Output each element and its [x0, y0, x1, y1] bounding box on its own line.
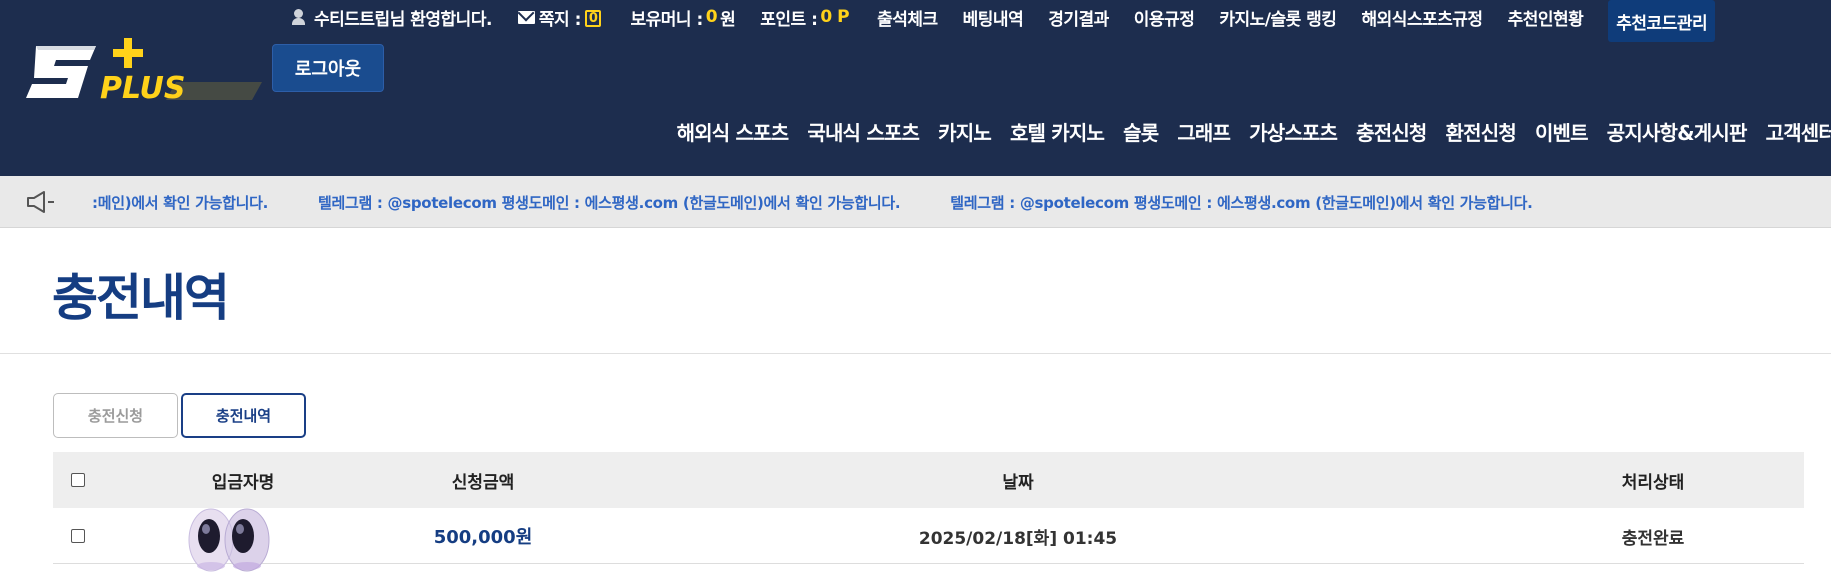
- logout-button[interactable]: 로그아웃: [272, 44, 384, 92]
- nav-deposit-request[interactable]: 충전신청: [1356, 117, 1427, 146]
- site-logo[interactable]: PLUS: [26, 38, 262, 114]
- divider: [0, 353, 1831, 354]
- nav-slot[interactable]: 슬롯: [1123, 117, 1159, 146]
- nav-events[interactable]: 이벤트: [1535, 117, 1589, 146]
- row-amount: 500,000원: [433, 527, 533, 548]
- tab-deposit-request[interactable]: 충전신청: [53, 393, 178, 438]
- nav-casino[interactable]: 카지노: [938, 117, 992, 146]
- ticker-message: :메인)에서 확인 가능합니다.: [92, 193, 268, 212]
- site-header: 수티드트립님 환영합니다. 쪽지 : 0 보유머니 : 0 원 포인트 : 0 …: [0, 0, 1831, 176]
- top-bar: 수티드트립님 환영합니다. 쪽지 : 0 보유머니 : 0 원 포인트 : 0 …: [292, 0, 1740, 42]
- header-amount: 신청금액: [451, 472, 515, 493]
- messages-label: 쪽지 :: [538, 9, 582, 30]
- top-link-results[interactable]: 경기결과: [1048, 5, 1109, 30]
- megaphone-icon: [27, 191, 54, 213]
- top-link-attendance[interactable]: 출석체크: [877, 5, 938, 30]
- welcome-message: 수티드트립님 환영합니다.: [292, 5, 492, 30]
- top-link-referrals[interactable]: 추천인현황: [1508, 5, 1584, 30]
- row-status: 충전완료: [1621, 528, 1685, 549]
- nav-notice-board[interactable]: 공지사항&게시판: [1607, 117, 1748, 146]
- row-date: 2025/02/18[화] 01:45: [918, 528, 1118, 549]
- nav-withdraw-request[interactable]: 환전신청: [1446, 117, 1517, 146]
- messages-link[interactable]: 쪽지 : 0: [517, 5, 606, 30]
- points-value: 0 P: [820, 7, 850, 27]
- table-header: 입금자명 신청금액 날짜 처리상태: [53, 452, 1804, 508]
- header-status: 처리상태: [1621, 472, 1685, 493]
- money-label: 보유머니 :: [630, 9, 703, 30]
- money-unit: 원: [720, 9, 736, 30]
- top-link-rules[interactable]: 이용규정: [1134, 5, 1195, 30]
- page-title: 충전내역: [52, 269, 230, 327]
- points-label: 포인트 :: [760, 9, 818, 30]
- deposit-history-table: 입금자명 신청금액 날짜 처리상태 500,000원 2025/02/18[화]…: [53, 452, 1804, 572]
- messages-count-badge: 0: [584, 10, 602, 27]
- top-link-bet-history[interactable]: 베팅내역: [963, 5, 1024, 30]
- mascot-eyes-icon: [188, 508, 270, 572]
- header-date: 날짜: [1002, 472, 1034, 493]
- ticker-message: 텔레그램 : @spotelecom 평생도메인 : 에스평생.com (한글도…: [318, 193, 901, 212]
- nav-graph[interactable]: 그래프: [1177, 117, 1231, 146]
- nav-virtual-sports[interactable]: 가상스포츠: [1249, 117, 1338, 146]
- table-row: 500,000원 2025/02/18[화] 01:45 충전완료: [53, 508, 1804, 564]
- ticker-track: :메인)에서 확인 가능합니다. 텔레그램 : @spotelecom 평생도메…: [92, 176, 1831, 227]
- welcome-text: 수티드트립님 환영합니다.: [314, 9, 492, 30]
- header-depositor-name: 입금자명: [211, 472, 275, 493]
- main-nav: 해외식 스포츠 국내식 스포츠 카지노 호텔 카지노 슬롯 그래프 가상스포츠 …: [658, 111, 1831, 151]
- announcement-ticker: :메인)에서 확인 가능합니다. 텔레그램 : @spotelecom 평생도메…: [0, 176, 1831, 228]
- points-display: 포인트 : 0 P: [760, 5, 852, 30]
- nav-overseas-sports[interactable]: 해외식 스포츠: [677, 117, 790, 146]
- row-checkbox[interactable]: [71, 529, 85, 543]
- user-icon: [292, 9, 306, 25]
- ticker-message: 텔레그램 : @spotelecom 평생도메인 : 에스평생.com (한글도…: [950, 193, 1533, 212]
- nav-domestic-sports[interactable]: 국내식 스포츠: [807, 117, 920, 146]
- top-link-overseas-rules[interactable]: 해외식스포츠규정: [1361, 5, 1483, 30]
- tab-deposit-history[interactable]: 충전내역: [181, 393, 306, 438]
- top-link-casino-ranking[interactable]: 카지노/슬롯 랭킹: [1219, 5, 1337, 30]
- top-link-referral-code[interactable]: 추천코드관리: [1608, 0, 1716, 42]
- money-display: 보유머니 : 0 원: [630, 5, 735, 30]
- nav-hotel-casino[interactable]: 호텔 카지노: [1010, 117, 1105, 146]
- money-value: 0: [705, 7, 718, 27]
- mail-icon: [517, 10, 535, 24]
- nav-customer-center[interactable]: 고객센터: [1766, 117, 1831, 146]
- select-all-checkbox[interactable]: [71, 473, 85, 487]
